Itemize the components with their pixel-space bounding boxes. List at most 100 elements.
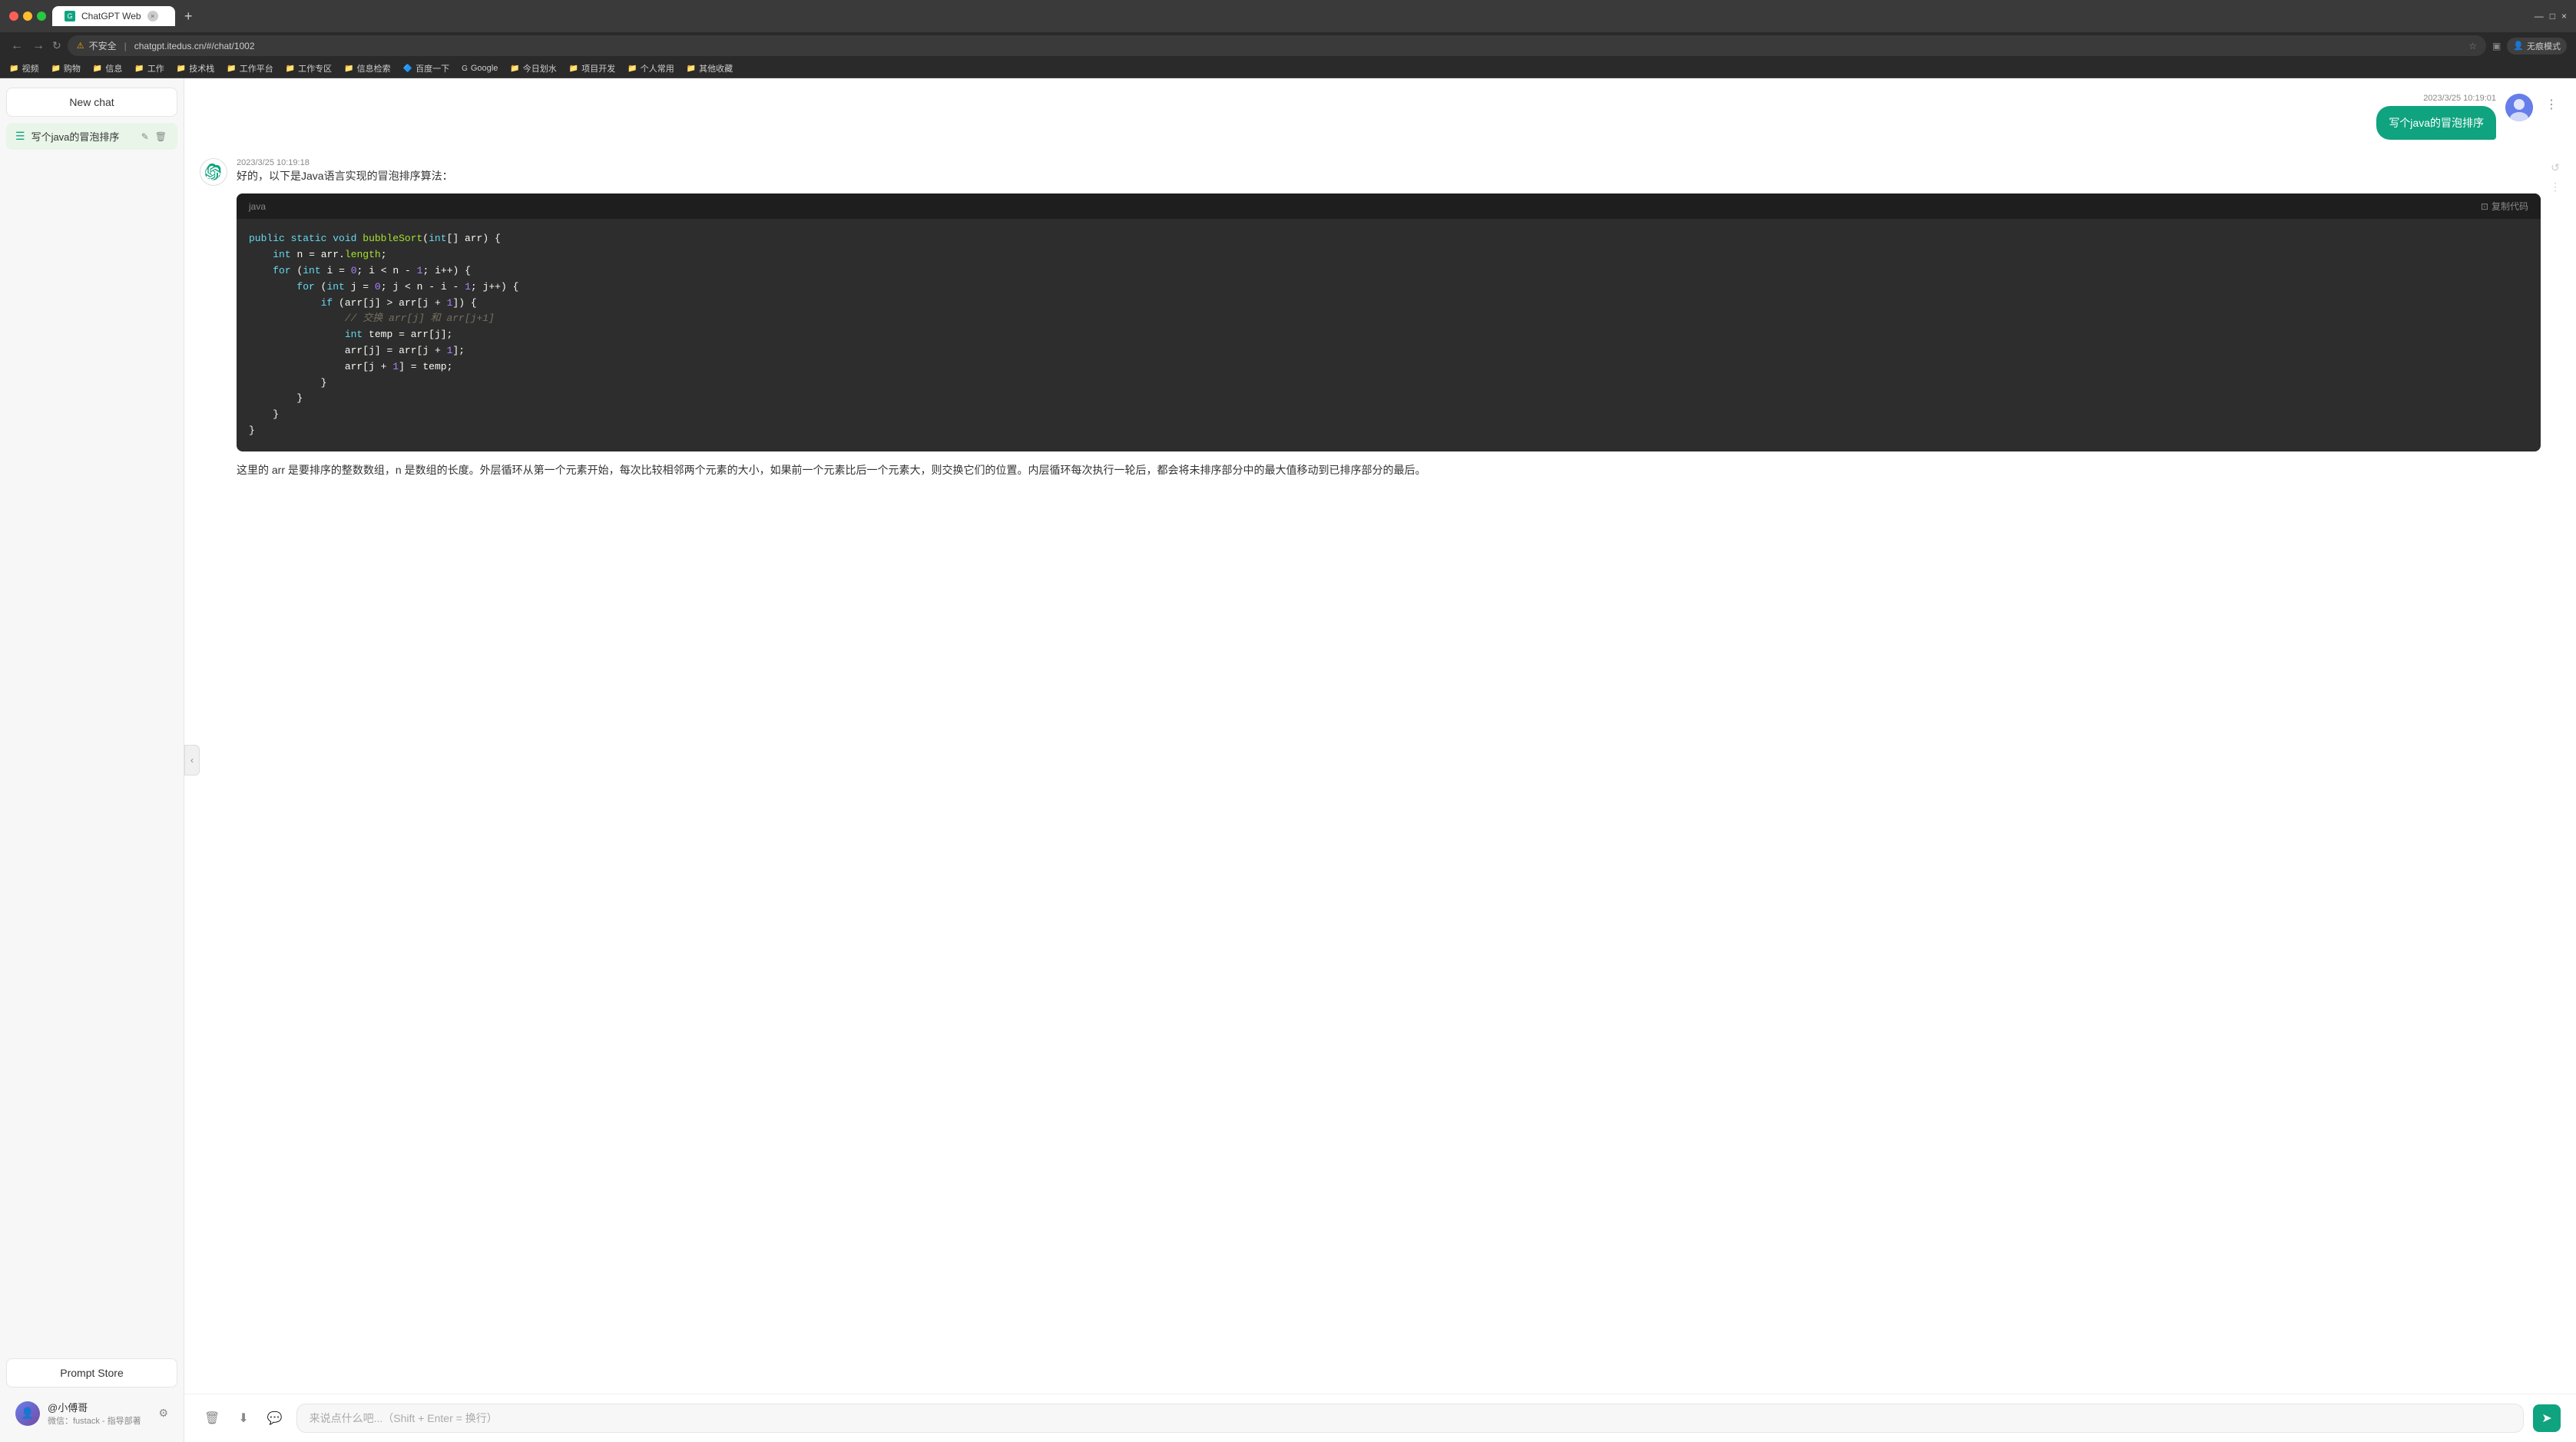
bookmarks-bar: 📁 视频 📁 购物 📁 信息 📁 工作 📁 技术栈 📁 工作平台 📁 工作专区 … [0,59,2576,78]
message-more-button[interactable]: ⋮ [2542,94,2561,115]
bookmark-folder-icon: 📁 [51,64,60,73]
refresh-button[interactable]: ↻ [52,39,61,52]
bookmark-item-tech[interactable]: 📁 技术栈 [177,62,214,74]
active-tab[interactable]: G ChatGPT Web × [52,6,175,26]
main-chat-area: 2023/3/25 10:19:01 写个java的冒泡排序 ⋮ [184,78,2576,1442]
google-icon: G [462,64,468,73]
bookmark-label: 工作专区 [298,62,332,74]
bookmark-folder-icon: 📁 [510,64,519,73]
bookmark-item-projdev[interactable]: 📁 项目开发 [569,62,615,74]
tab-close-button[interactable]: × [147,11,158,21]
messages-area: 2023/3/25 10:19:01 写个java的冒泡排序 ⋮ [184,78,2576,1394]
traffic-lights [9,12,46,21]
security-icon: ⚠ [77,41,84,51]
new-tab-button[interactable]: + [181,8,196,25]
bookmark-item-other[interactable]: 📁 其他收藏 [687,62,733,74]
chat-item-label: 写个java的冒泡排序 [31,129,134,144]
send-button[interactable]: ➤ [2533,1404,2561,1432]
ai-message-wrapper: 2023/3/25 10:19:18 好的，以下是Java语言实现的冒泡排序算法… [200,158,2561,480]
bookmark-item-baidu[interactable]: 🔷 百度一下 [403,62,449,74]
address-bar: ← → ↻ ⚠ 不安全 | chatgpt.itedus.cn/#/chat/1… [0,32,2576,59]
edit-chat-button[interactable]: ✎ [140,130,151,144]
bookmark-label: 工作 [147,62,164,74]
tab-favicon: G [65,11,75,21]
chat-history-item[interactable]: ☰ 写个java的冒泡排序 ✎ 🗑 [6,123,177,150]
close-button[interactable] [9,12,18,21]
user-message-wrapper: 2023/3/25 10:19:01 写个java的冒泡排序 ⋮ [200,94,2561,140]
bookmark-star-button[interactable]: ☆ [2468,41,2477,51]
browser-controls: — □ × [2535,11,2567,21]
profile-label: 无痕模式 [2527,40,2561,52]
sidebar-collapse-button[interactable]: ‹ [184,745,200,776]
bookmark-folder-icon: 📁 [177,64,186,73]
url-bar[interactable]: ⚠ 不安全 | chatgpt.itedus.cn/#/chat/1002 ☆ [68,35,2486,56]
sidebar-toggle-button[interactable]: ▣ [2492,41,2501,51]
url-text: chatgpt.itedus.cn/#/chat/1002 [134,41,255,51]
bookmark-label: 购物 [64,62,81,74]
user-meta: 微信：fustack - 指导部著 [48,1414,151,1427]
forward-button[interactable]: → [31,38,46,55]
bookmark-label: 信息检索 [357,62,391,74]
profile-area[interactable]: 👤 无痕模式 [2507,38,2567,55]
regenerate-button[interactable]: ↺ [2551,161,2560,174]
bookmark-item-zone[interactable]: 📁 工作专区 [286,62,332,74]
bookmark-label: 工作平台 [240,62,273,74]
prompt-store-button[interactable]: Prompt Store [6,1358,177,1387]
bookmark-item-video[interactable]: 📁 视频 [9,62,38,74]
download-button[interactable]: ⬇ [233,1406,253,1430]
window-close[interactable]: × [2561,11,2567,21]
bookmark-item-platform[interactable]: 📁 工作平台 [227,62,273,74]
back-button[interactable]: ← [9,38,25,55]
ai-message-actions: ↺ ⋮ [2550,158,2561,193]
settings-button[interactable]: ⚙ [158,1407,168,1420]
user-avatar: 👤 [15,1401,40,1426]
bookmark-item-shop[interactable]: 📁 购物 [51,62,80,74]
bookmark-item-personal[interactable]: 📁 个人常用 [627,62,674,74]
minimize-button[interactable] [23,12,32,21]
bookmark-item-infosearch[interactable]: 📁 信息检索 [344,62,390,74]
bookmark-label: 信息 [105,62,122,74]
security-label: 不安全 [89,39,117,52]
code-language-label: java [249,201,266,212]
code-copy-button[interactable]: ⊡ 复制代码 [2481,200,2528,213]
bookmark-item-work[interactable]: 📁 工作 [134,62,164,74]
chat-item-icon: ☰ [15,130,25,143]
code-body: public static void bubbleSort(int[] arr)… [237,219,2541,451]
ai-avatar [200,158,227,186]
delete-chat-button[interactable]: 🗑 [154,130,168,144]
new-chat-button[interactable]: New chat [6,88,177,117]
copy-icon: ⊡ [2481,201,2488,212]
message-more-options[interactable]: ⋮ [2550,180,2561,193]
user-message-content: 2023/3/25 10:19:01 写个java的冒泡排序 [2376,94,2496,140]
bookmark-item-info[interactable]: 📁 信息 [93,62,122,74]
bookmark-folder-icon: 📁 [9,64,18,73]
bookmark-label: 项目开发 [581,62,615,74]
ai-intro-text: 好的，以下是Java语言实现的冒泡排序算法： [237,167,2541,184]
ai-message-timestamp: 2023/3/25 10:19:18 [237,158,2541,167]
bookmark-folder-icon: 📁 [687,64,696,73]
bookmark-item-google[interactable]: G Google [462,64,498,73]
window-maximize[interactable]: □ [2550,11,2555,21]
baidu-icon: 🔷 [403,64,412,73]
share-button[interactable]: 💬 [263,1406,287,1430]
bookmark-item-todaycut[interactable]: 📁 今日划水 [510,62,556,74]
user-area: 👤 @小傅哥 微信：fustack - 指导部著 ⚙ [6,1394,177,1433]
code-block: java ⊡ 复制代码 public static void bubbleSor… [237,193,2541,451]
tab-title: ChatGPT Web [81,11,141,21]
window-minimize[interactable]: — [2535,11,2544,21]
copy-label: 复制代码 [2492,200,2528,213]
bookmark-folder-icon: 📁 [227,64,236,73]
code-header: java ⊡ 复制代码 [237,193,2541,219]
bookmark-label: 视频 [22,62,38,74]
delete-input-button[interactable]: 🗑 [200,1406,224,1430]
message-input[interactable] [310,1412,2511,1424]
address-right-controls: ▣ 👤 无痕模式 [2492,38,2567,55]
maximize-button[interactable] [37,12,46,21]
bookmark-folder-icon: 📁 [569,64,578,73]
bookmark-label: 今日划水 [523,62,557,74]
ai-message-content: 2023/3/25 10:19:18 好的，以下是Java语言实现的冒泡排序算法… [237,158,2541,480]
bookmark-folder-icon: 📁 [627,64,637,73]
app-container: New chat ☰ 写个java的冒泡排序 ✎ 🗑 Prompt Store … [0,78,2576,1442]
bookmark-label: 技术栈 [189,62,214,74]
input-area: 🗑 ⬇ 💬 ➤ [184,1394,2576,1442]
